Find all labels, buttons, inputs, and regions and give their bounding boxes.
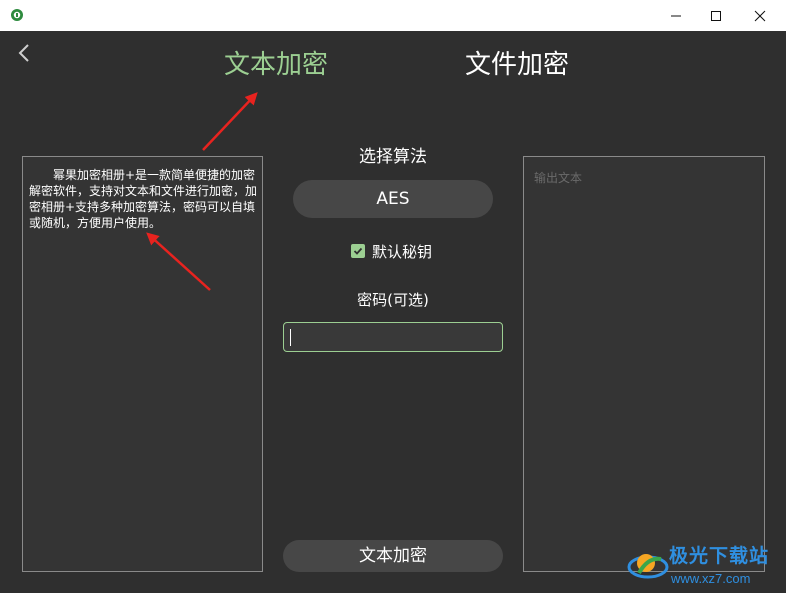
watermark-url: www.xz7.com xyxy=(671,571,751,586)
algorithm-label: 选择算法 xyxy=(359,147,427,167)
tab-text-encrypt[interactable]: 文本加密 xyxy=(224,47,328,83)
password-input[interactable] xyxy=(283,322,503,352)
input-textarea[interactable]: 幂果加密相册+是一款简单便捷的加密解密软件，支持对文本和文件进行加密，加密相册+… xyxy=(22,156,263,572)
text-caret xyxy=(290,329,291,346)
app-shield-icon xyxy=(11,9,23,21)
close-button[interactable] xyxy=(740,0,780,31)
window-titlebar xyxy=(0,0,786,31)
minimize-icon xyxy=(671,15,681,16)
encrypt-button[interactable]: 文本加密 xyxy=(283,540,503,572)
check-icon xyxy=(353,247,363,255)
watermark-logo-icon xyxy=(627,554,669,579)
output-textarea[interactable]: 输出文本 xyxy=(523,156,765,572)
maximize-button[interactable] xyxy=(696,0,736,31)
watermark-title: 极光下载站 xyxy=(669,545,770,567)
app-main: 文本加密 文件加密 幂果加密相册+是一款简单便捷的加密解密软件，支持对文本和文件… xyxy=(0,31,786,593)
chevron-left-icon[interactable] xyxy=(14,41,34,67)
site-watermark: 极光下载站 www.xz7.com xyxy=(627,541,783,591)
minimize-button[interactable] xyxy=(656,0,696,31)
default-key-checkbox[interactable] xyxy=(351,244,365,258)
default-key-label: 默认秘钥 xyxy=(372,242,433,261)
password-label: 密码(可选) xyxy=(357,291,429,309)
input-text: 幂果加密相册+是一款简单便捷的加密解密软件，支持对文本和文件进行加密，加密相册+… xyxy=(29,168,258,230)
maximize-icon xyxy=(711,10,721,21)
algorithm-select[interactable]: AES xyxy=(293,180,493,218)
tab-file-encrypt[interactable]: 文件加密 xyxy=(465,47,569,83)
output-placeholder: 输出文本 xyxy=(534,171,583,185)
close-icon xyxy=(754,10,766,21)
default-key-option[interactable]: 默认秘钥 xyxy=(351,241,432,261)
